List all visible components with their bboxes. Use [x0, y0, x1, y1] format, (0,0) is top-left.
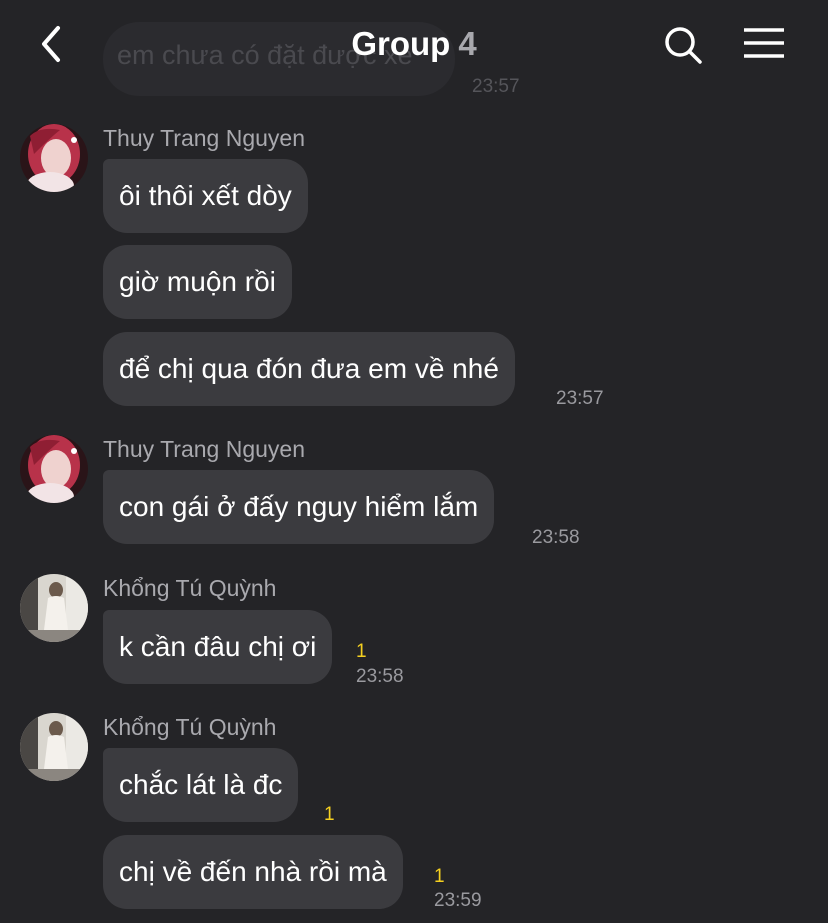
message-bubble[interactable]: k cần đâu chị ơi — [103, 610, 333, 684]
menu-button[interactable] — [740, 24, 786, 64]
avatar-thuy-trang[interactable] — [20, 124, 88, 192]
message-time: 23:58 — [532, 527, 580, 548]
message-bubble[interactable]: để chị qua đón đưa em về nhé — [103, 332, 515, 406]
message-time: 23:57 — [556, 388, 604, 409]
avatar-photo-icon — [20, 435, 88, 503]
search-icon — [665, 27, 702, 64]
message-time: 23:58 — [356, 666, 404, 687]
sender-name: Thuy Trang Nguyen — [103, 436, 306, 462]
chat-header: Group 4 — [0, 0, 828, 90]
message-bubble[interactable]: giờ muộn rồi — [103, 245, 292, 319]
sender-name: Thuy Trang Nguyen — [103, 125, 306, 151]
avatar-photo-icon — [20, 574, 88, 642]
message-time: 23:59 — [434, 890, 482, 911]
sender-name: Khổng Tú Quỳnh — [103, 714, 277, 740]
message-bubble[interactable]: chị về đến nhà rồi mà — [103, 835, 403, 909]
avatar-photo-icon — [20, 713, 88, 781]
unread-count: 1 — [434, 866, 445, 887]
message-bubble[interactable]: chắc lát là đc — [103, 748, 299, 822]
hamburger-menu-icon — [744, 28, 784, 58]
group-name: Group — [351, 25, 451, 62]
avatar-khong-tu-quynh[interactable] — [20, 713, 88, 781]
message-bubble[interactable]: con gái ở đấy nguy hiểm lắm — [103, 470, 495, 544]
avatar-photo-icon — [20, 124, 88, 192]
search-button[interactable] — [660, 22, 706, 68]
unread-count: 1 — [324, 804, 335, 825]
sender-name: Khổng Tú Quỳnh — [103, 575, 277, 601]
message-bubble[interactable]: ôi thôi xết dòy — [103, 159, 308, 233]
member-count: 4 — [458, 25, 477, 62]
avatar-thuy-trang[interactable] — [20, 435, 88, 503]
unread-count: 1 — [356, 641, 367, 662]
chat-screen: Group 4 em chưa có đặt được xe 23:57 Thu… — [0, 0, 828, 923]
avatar-khong-tu-quynh[interactable] — [20, 574, 88, 642]
